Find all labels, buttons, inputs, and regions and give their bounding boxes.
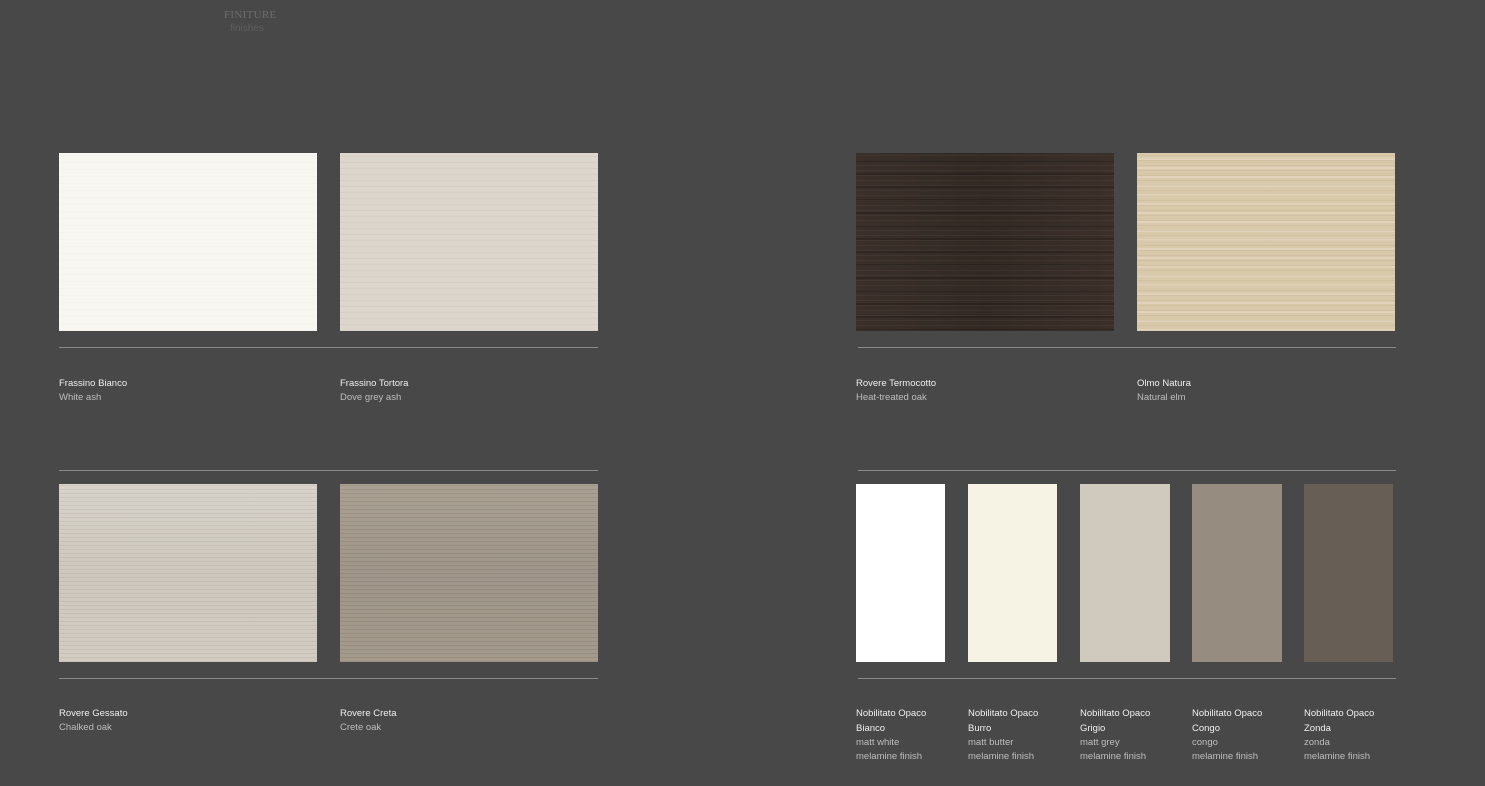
caption-melamine-congo: Nobilitato Opaco Congo congo melamine fi… — [1192, 706, 1262, 764]
divider — [59, 678, 598, 679]
swatch-rovere-termocotto — [856, 153, 1114, 331]
swatch-rovere-gessato — [59, 484, 317, 662]
swatch-frassino-tortora — [340, 153, 598, 331]
header-subtitle: finishes — [230, 23, 264, 34]
finish-sub-line1: zonda — [1304, 737, 1330, 748]
finish-name: Frassino Tortora — [340, 378, 409, 389]
finish-sub-line1: congo — [1192, 737, 1218, 748]
finish-name-line2: Burro — [968, 723, 992, 734]
finish-name-line1: Nobilitato Opaco — [1192, 708, 1263, 719]
finish-sub-line2: melamine finish — [1192, 751, 1258, 762]
swatch-rovere-creta — [340, 484, 598, 662]
divider — [59, 347, 598, 348]
finish-name: Rovere Creta — [340, 708, 397, 719]
finish-name-line1: Nobilitato Opaco — [968, 708, 1039, 719]
caption-rovere-creta: Rovere Creta Crete oak — [340, 706, 397, 735]
finish-sub: Heat-treated oak — [856, 392, 927, 403]
swatch-olmo-natura — [1137, 153, 1395, 331]
finish-name-line2: Bianco — [856, 723, 886, 734]
finish-sub-line2: melamine finish — [968, 751, 1034, 762]
caption-olmo-natura: Olmo Natura Natural elm — [1137, 376, 1191, 405]
finish-name-line1: Nobilitato Opaco — [1304, 708, 1375, 719]
divider — [858, 470, 1396, 471]
finish-sub-line2: melamine finish — [1080, 751, 1146, 762]
caption-frassino-bianco: Frassino Bianco White ash — [59, 376, 127, 405]
finish-name: Rovere Termocotto — [856, 378, 937, 389]
caption-melamine-zonda: Nobilitato Opaco Zonda zonda melamine fi… — [1304, 706, 1374, 764]
caption-melamine-grigio: Nobilitato Opaco Grigio matt grey melami… — [1080, 706, 1150, 764]
finish-name-line2: Congo — [1192, 723, 1220, 734]
finish-name-line1: Nobilitato Opaco — [856, 708, 927, 719]
caption-melamine-bianco: Nobilitato Opaco Bianco matt white melam… — [856, 706, 926, 764]
divider — [858, 678, 1396, 679]
finish-name: Rovere Gessato — [59, 708, 128, 719]
swatch-melamine-zonda — [1304, 484, 1393, 662]
finish-name-line2: Zonda — [1304, 723, 1331, 734]
finish-sub: Chalked oak — [59, 722, 112, 733]
caption-frassino-tortora: Frassino Tortora Dove grey ash — [340, 376, 408, 405]
caption-rovere-termocotto: Rovere Termocotto Heat-treated oak — [856, 376, 936, 405]
finish-name-line1: Nobilitato Opaco — [1080, 708, 1151, 719]
finish-sub-line1: matt butter — [968, 737, 1014, 748]
finish-sub-line2: melamine finish — [1304, 751, 1370, 762]
swatch-melamine-congo — [1192, 484, 1282, 662]
finish-sub-line1: matt grey — [1080, 737, 1120, 748]
swatch-melamine-grigio — [1080, 484, 1170, 662]
header-title: FINITURE — [224, 9, 277, 21]
finish-sub: Crete oak — [340, 722, 382, 733]
finish-sub-line1: matt white — [856, 737, 900, 748]
finish-name: Frassino Bianco — [59, 378, 128, 389]
caption-melamine-burro: Nobilitato Opaco Burro matt butter melam… — [968, 706, 1038, 764]
divider — [858, 347, 1396, 348]
swatch-melamine-burro — [968, 484, 1057, 662]
swatch-frassino-bianco — [59, 153, 317, 331]
finish-sub-line2: melamine finish — [856, 751, 922, 762]
finish-sub: White ash — [59, 392, 102, 403]
caption-rovere-gessato: Rovere Gessato Chalked oak — [59, 706, 128, 735]
swatch-melamine-bianco — [856, 484, 945, 662]
divider — [59, 470, 598, 471]
finish-sub: Natural elm — [1137, 392, 1186, 403]
finish-sub: Dove grey ash — [340, 392, 402, 403]
finish-name-line2: Grigio — [1080, 723, 1106, 734]
finish-name: Olmo Natura — [1137, 378, 1191, 389]
page-header: FINITURE finishes — [224, 8, 277, 36]
